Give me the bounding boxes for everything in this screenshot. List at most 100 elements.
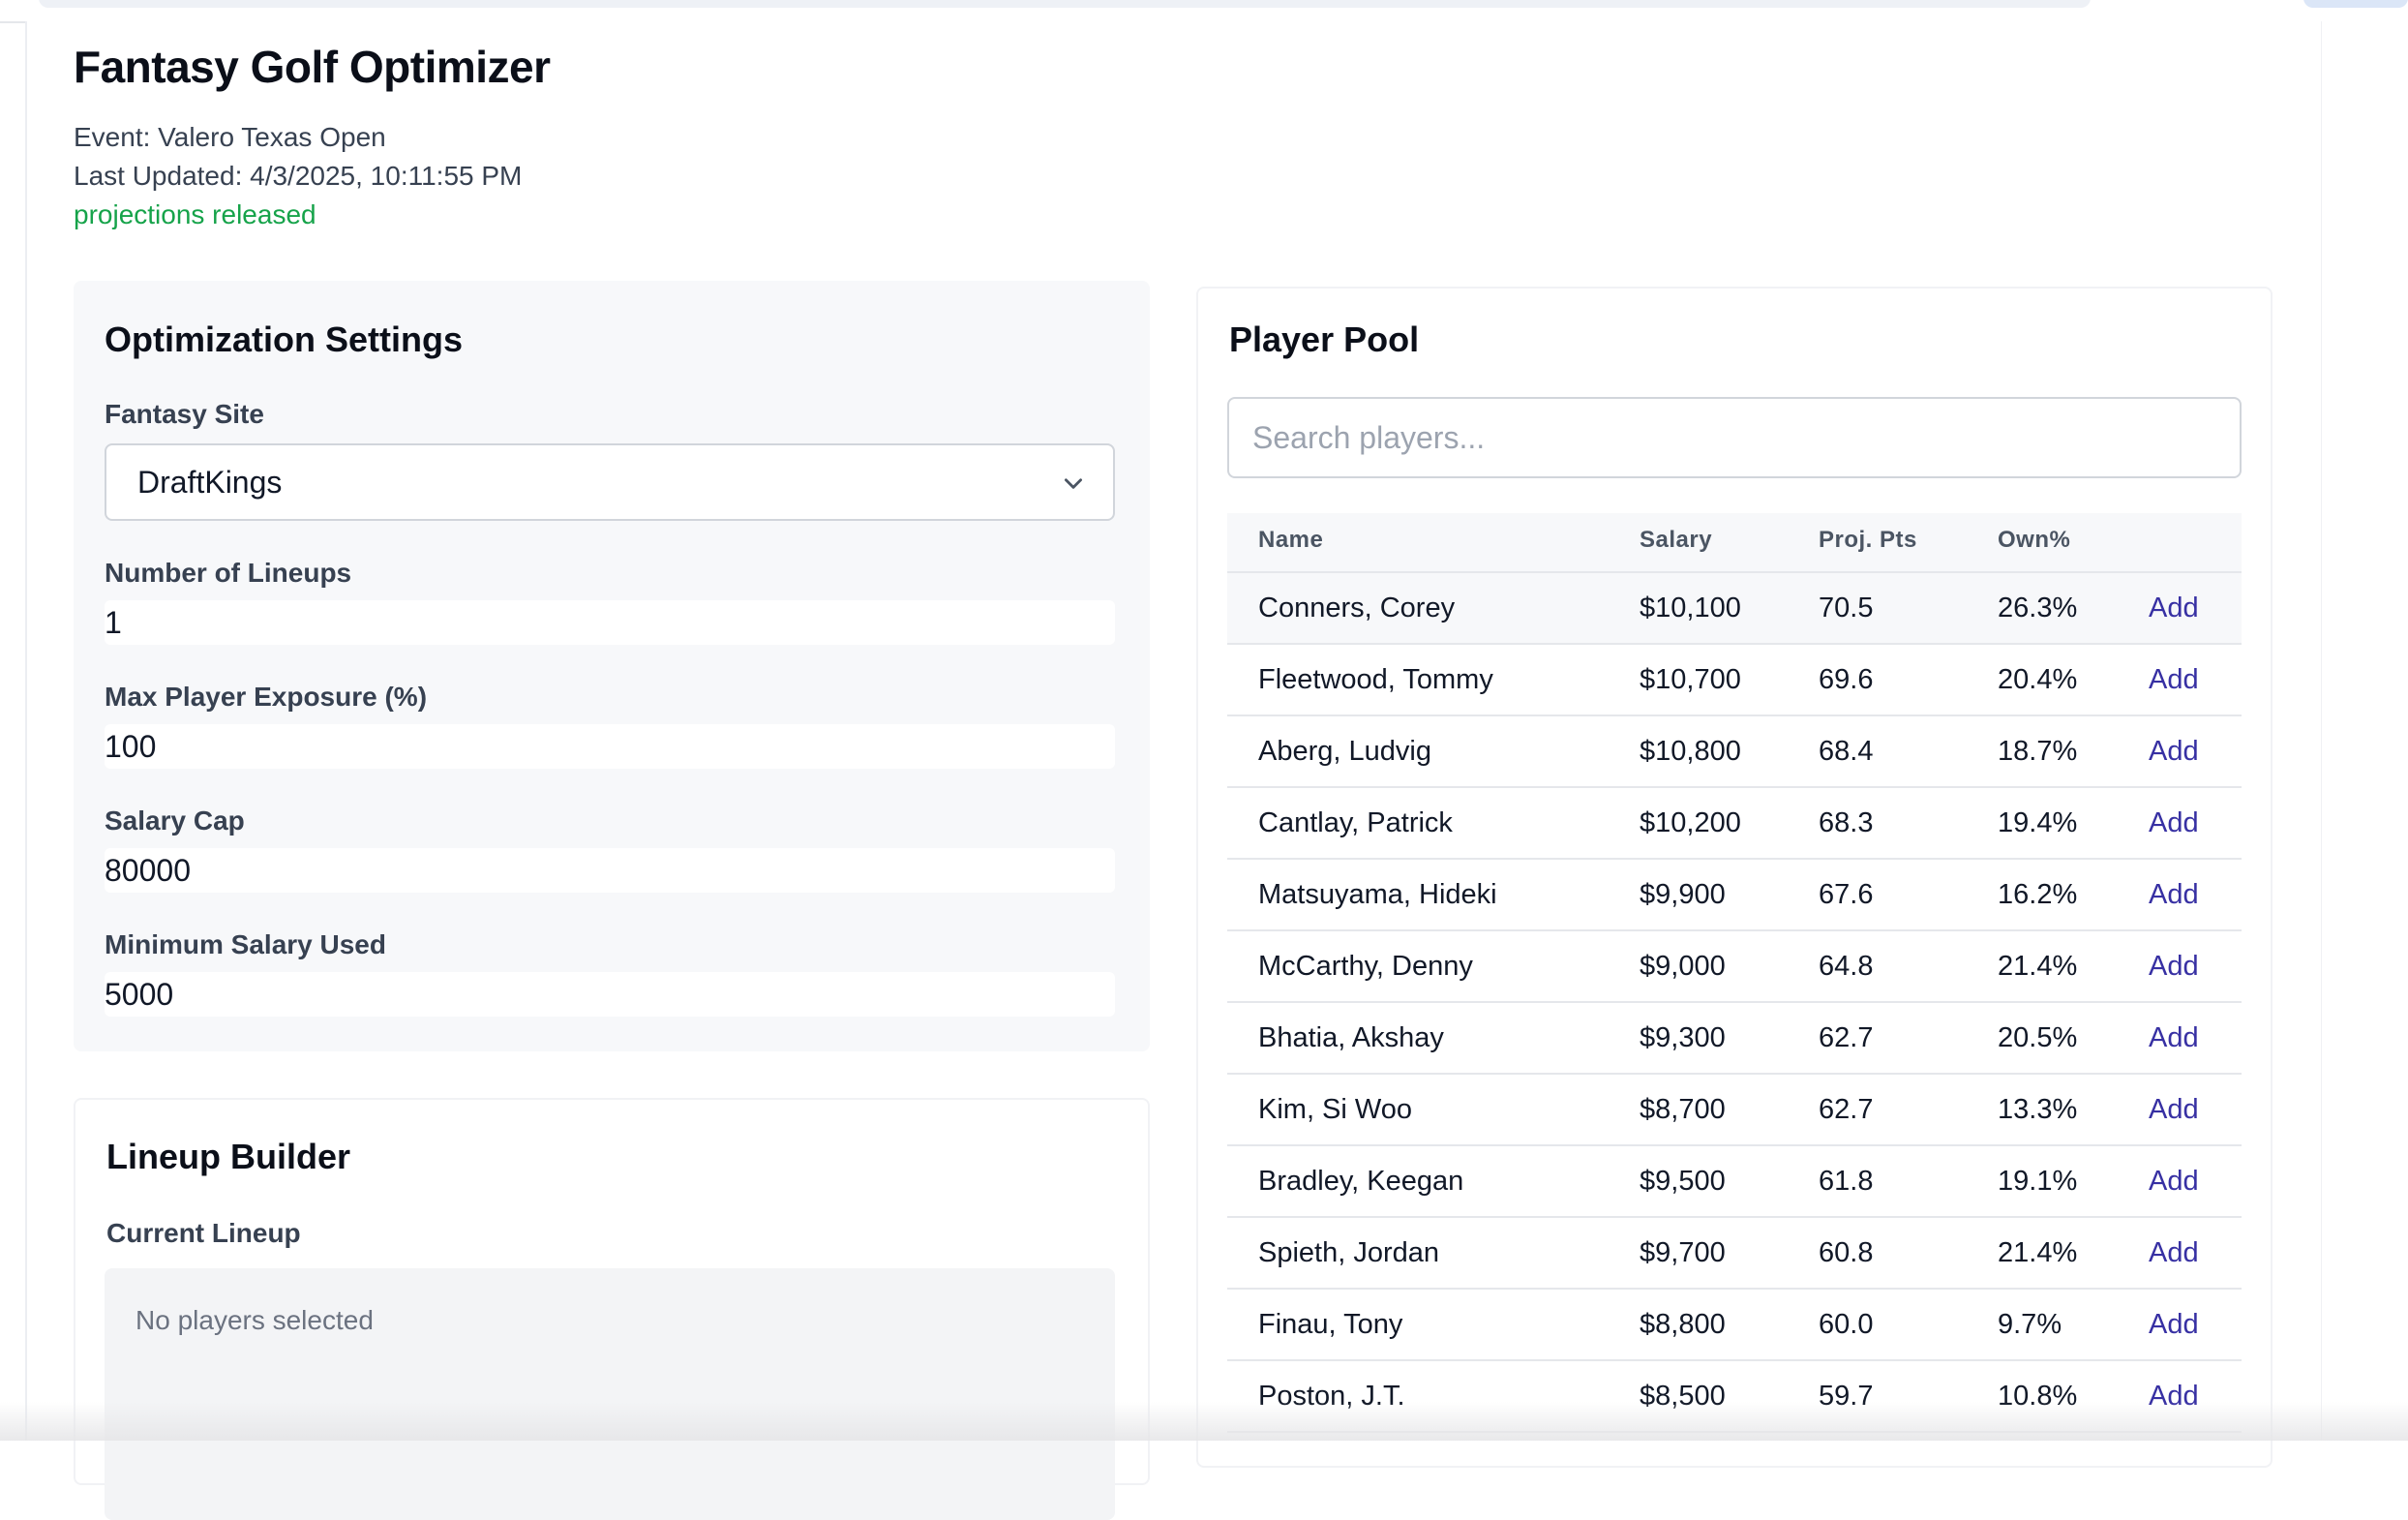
player-name: Spieth, Jordan: [1258, 1237, 1440, 1268]
table-body: Conners, Corey $10,100 70.5 26.3% Add Fleetwo…: [1227, 573, 2242, 1433]
player-name: Kim, Si Woo: [1258, 1094, 1413, 1125]
player-own-pct: 9.7%: [1998, 1309, 2062, 1340]
player-proj-pts: 60.8: [1819, 1237, 1874, 1268]
player-name: Finau, Tony: [1258, 1309, 1403, 1340]
min-salary-label: Minimum Salary Used: [105, 929, 386, 959]
player-name: Bhatia, Akshay: [1258, 1022, 1444, 1053]
player-proj-pts: 61.8: [1819, 1166, 1874, 1197]
player-proj-pts: 68.3: [1819, 807, 1874, 838]
player-own-pct: 16.2%: [1998, 879, 2078, 910]
column-header-own-pct[interactable]: Own%: [1998, 527, 2070, 554]
exposure-label: Max Player Exposure (%): [105, 682, 428, 712]
player-name: Aberg, Ludvig: [1258, 736, 1431, 767]
settings-title: Optimization Settings: [105, 319, 464, 359]
column-header-proj-pts[interactable]: Proj. Pts: [1819, 527, 1917, 554]
salary-cap-label: Salary Cap: [105, 806, 245, 836]
empty-lineup-text: No players selected: [135, 1305, 374, 1335]
player-own-pct: 26.3%: [1998, 593, 2078, 623]
projection-status: projections released: [74, 199, 316, 229]
builder-title: Lineup Builder: [106, 1137, 350, 1176]
table-row[interactable]: Bradley, Keegan $9,500 61.8 19.1% Add: [1227, 1146, 2242, 1218]
player-pool-title: Player Pool: [1229, 319, 1420, 359]
table-row[interactable]: Fleetwood, Tommy $10,700 69.6 20.4% Add: [1227, 645, 2242, 716]
table-row[interactable]: Spieth, Jordan $9,700 60.8 21.4% Add: [1227, 1218, 2242, 1290]
table-row[interactable]: McCarthy, Denny $9,000 64.8 21.4% Add: [1227, 931, 2242, 1003]
player-own-pct: 13.3%: [1998, 1094, 2078, 1125]
table-row[interactable]: Matsuyama, Hideki $9,900 67.6 16.2% Add: [1227, 860, 2242, 931]
table-header: Name Salary Proj. Pts Own%: [1227, 513, 2242, 573]
add-player-button[interactable]: Add: [2149, 1022, 2199, 1054]
last-updated: Last Updated: 4/3/2025, 10:11:55 PM: [74, 161, 523, 191]
player-salary: $10,200: [1640, 807, 1741, 838]
exposure-input[interactable]: [105, 724, 1115, 769]
player-proj-pts: 68.4: [1819, 736, 1874, 767]
table-row[interactable]: Aberg, Ludvig $10,800 68.4 18.7% Add: [1227, 716, 2242, 788]
player-own-pct: 21.4%: [1998, 1237, 2078, 1268]
player-salary: $9,300: [1640, 1022, 1726, 1053]
player-search-input[interactable]: [1227, 397, 2242, 478]
player-proj-pts: 64.8: [1819, 951, 1874, 982]
scrollbar-track[interactable]: [2321, 21, 2408, 1441]
player-salary: $8,700: [1640, 1094, 1726, 1125]
event-name: Event: Valero Texas Open: [74, 122, 386, 152]
add-player-button[interactable]: Add: [2149, 1094, 2199, 1126]
player-proj-pts: 60.0: [1819, 1309, 1874, 1340]
address-bar[interactable]: [39, 0, 2091, 8]
add-player-button[interactable]: Add: [2149, 593, 2199, 624]
add-player-button[interactable]: Add: [2149, 1166, 2199, 1198]
browser-action-button[interactable]: [2303, 0, 2408, 8]
table-row[interactable]: Bhatia, Akshay $9,300 62.7 20.5% Add: [1227, 1003, 2242, 1075]
player-salary: $8,800: [1640, 1309, 1726, 1340]
fantasy-site-select[interactable]: DraftKings: [105, 443, 1115, 521]
player-salary: $10,100: [1640, 593, 1741, 623]
player-pool-panel: Player Pool Name Salary Proj. Pts Own% C…: [1196, 287, 2273, 1468]
player-name: McCarthy, Denny: [1258, 951, 1473, 982]
player-name: Conners, Corey: [1258, 593, 1456, 623]
add-player-button[interactable]: Add: [2149, 664, 2199, 696]
add-player-button[interactable]: Add: [2149, 807, 2199, 839]
player-own-pct: 18.7%: [1998, 736, 2078, 767]
column-header-salary[interactable]: Salary: [1640, 527, 1712, 554]
player-name: Fleetwood, Tommy: [1258, 664, 1493, 695]
current-lineup-box: No players selected: [105, 1268, 1115, 1520]
salary-cap-input[interactable]: [105, 848, 1115, 893]
table-row[interactable]: Kim, Si Woo $8,700 62.7 13.3% Add: [1227, 1075, 2242, 1146]
player-own-pct: 20.4%: [1998, 664, 2078, 695]
fantasy-site-value: DraftKings: [137, 465, 283, 500]
current-lineup-label: Current Lineup: [106, 1218, 301, 1248]
player-own-pct: 21.4%: [1998, 951, 2078, 982]
player-table: Name Salary Proj. Pts Own% Conners, Core…: [1227, 513, 2242, 1433]
bottom-edge-shadow: [0, 1402, 2408, 1441]
player-proj-pts: 67.6: [1819, 879, 1874, 910]
table-row[interactable]: Finau, Tony $8,800 60.0 9.7% Add: [1227, 1290, 2242, 1361]
add-player-button[interactable]: Add: [2149, 1237, 2199, 1269]
player-proj-pts: 62.7: [1819, 1094, 1874, 1125]
player-name: Bradley, Keegan: [1258, 1166, 1464, 1197]
optimization-settings-panel: Optimization Settings Fantasy Site Draft…: [74, 281, 1150, 1051]
player-salary: $10,700: [1640, 664, 1741, 695]
add-player-button[interactable]: Add: [2149, 879, 2199, 911]
table-row[interactable]: Conners, Corey $10,100 70.5 26.3% Add: [1227, 573, 2242, 645]
add-player-button[interactable]: Add: [2149, 736, 2199, 768]
chevron-down-icon: [1065, 478, 1082, 489]
player-salary: $9,900: [1640, 879, 1726, 910]
player-own-pct: 19.4%: [1998, 807, 2078, 838]
page-title: Fantasy Golf Optimizer: [74, 42, 551, 92]
player-proj-pts: 69.6: [1819, 664, 1874, 695]
lineups-label: Number of Lineups: [105, 558, 352, 588]
player-salary: $9,000: [1640, 951, 1726, 982]
table-row[interactable]: Cantlay, Patrick $10,200 68.3 19.4% Add: [1227, 788, 2242, 860]
column-header-name[interactable]: Name: [1258, 527, 1323, 554]
player-salary: $9,500: [1640, 1166, 1726, 1197]
player-own-pct: 19.1%: [1998, 1166, 2078, 1197]
min-salary-input[interactable]: [105, 972, 1115, 1017]
fantasy-site-label: Fantasy Site: [105, 399, 264, 429]
player-name: Cantlay, Patrick: [1258, 807, 1453, 838]
player-salary: $9,700: [1640, 1237, 1726, 1268]
add-player-button[interactable]: Add: [2149, 951, 2199, 983]
player-own-pct: 20.5%: [1998, 1022, 2078, 1053]
add-player-button[interactable]: Add: [2149, 1309, 2199, 1341]
player-salary: $10,800: [1640, 736, 1741, 767]
player-proj-pts: 62.7: [1819, 1022, 1874, 1053]
lineups-input[interactable]: [105, 600, 1115, 645]
